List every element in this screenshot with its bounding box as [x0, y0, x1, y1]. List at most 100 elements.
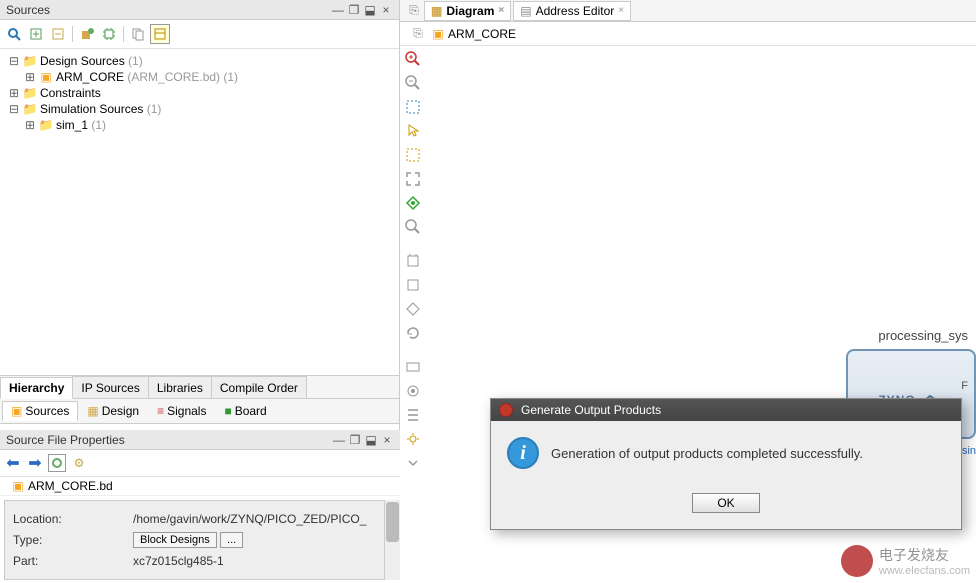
close-icon[interactable]: ×: [379, 3, 393, 17]
node-count: (1): [147, 102, 162, 116]
tab-libraries[interactable]: Libraries: [148, 376, 212, 398]
collapse-all-icon[interactable]: [48, 24, 68, 44]
expander-icon[interactable]: ⊟: [8, 54, 20, 68]
properties-header: Source File Properties — ❐ ⬓ ×: [0, 430, 400, 450]
properties-panel: Source File Properties — ❐ ⬓ × ⬅ ➡ ⚙ ▣ A…: [0, 430, 400, 583]
maximize-icon[interactable]: ⬓: [363, 3, 377, 17]
properties-file-row: ▣ ARM_CORE.bd: [0, 477, 400, 496]
expander-icon[interactable]: ⊟: [8, 102, 20, 116]
folder-icon: 📁: [23, 54, 37, 68]
dialog-close-icon[interactable]: [499, 403, 513, 417]
add-interface-icon[interactable]: [402, 298, 424, 320]
prop-label: Part:: [13, 554, 133, 568]
expander-icon[interactable]: ⊞: [24, 70, 36, 84]
prop-location: Location: /home/gavin/work/ZYNQ/PICO_ZED…: [13, 509, 387, 529]
design-sources-node[interactable]: ⊟ 📁 Design Sources (1): [8, 53, 391, 69]
properties-toolbar: ⬅ ➡ ⚙: [0, 450, 400, 477]
show-hide-icon[interactable]: [150, 24, 170, 44]
node-count: (1): [128, 54, 143, 68]
tab-close-icon[interactable]: ×: [498, 5, 504, 16]
auto-layout-icon[interactable]: [402, 192, 424, 214]
vertical-scrollbar[interactable]: [384, 500, 400, 580]
ok-button[interactable]: OK: [692, 493, 759, 513]
tab-compile-order[interactable]: Compile Order: [211, 376, 307, 398]
info-icon: i: [507, 437, 539, 469]
board-icon: ■: [224, 404, 231, 418]
tab-hierarchy[interactable]: Hierarchy: [0, 377, 73, 399]
maximize-icon[interactable]: ⬓: [364, 433, 378, 447]
search-icon[interactable]: [402, 216, 424, 238]
settings-icon[interactable]: [402, 428, 424, 450]
close-icon[interactable]: ×: [380, 433, 394, 447]
properties-title: Source File Properties: [6, 433, 330, 447]
regenerate-icon[interactable]: [402, 322, 424, 344]
sources-subtabs: ▣Sources ▦Design ≡Signals ■Board: [0, 399, 399, 424]
select-icon[interactable]: [402, 120, 424, 142]
subtab-design[interactable]: ▦Design: [78, 401, 148, 421]
expander-icon[interactable]: ⊞: [8, 86, 20, 100]
back-icon[interactable]: ⬅: [4, 454, 22, 472]
zoom-fit-icon[interactable]: [402, 96, 424, 118]
minimize-icon[interactable]: —: [331, 3, 345, 17]
forward-icon[interactable]: ➡: [26, 454, 44, 472]
tab-ip-sources[interactable]: IP Sources: [72, 376, 148, 398]
subtab-board[interactable]: ■Board: [215, 401, 275, 421]
expand-all-icon[interactable]: [26, 24, 46, 44]
pin-icon[interactable]: [48, 454, 66, 472]
properties-body: Location: /home/gavin/work/ZYNQ/PICO_ZED…: [4, 500, 396, 580]
dialog-title: Generate Output Products: [521, 403, 661, 417]
search-icon[interactable]: [4, 24, 24, 44]
pin-diagram-icon[interactable]: ⎘: [404, 1, 424, 21]
zoom-in-icon[interactable]: [402, 48, 424, 70]
sources-icon: ▣: [11, 404, 22, 418]
settings-icon[interactable]: ⚙: [70, 454, 88, 472]
node-label: sim_1: [56, 118, 88, 132]
sources-title: Sources: [6, 3, 329, 17]
type-value-button[interactable]: Block Designs: [133, 532, 217, 548]
collapse-icon[interactable]: [402, 452, 424, 474]
constraints-node[interactable]: ⊞ 📁 Constraints: [8, 85, 391, 101]
fit-selection-icon[interactable]: [402, 168, 424, 190]
node-label: Constraints: [40, 86, 101, 100]
add-port-icon[interactable]: [402, 274, 424, 296]
tab-diagram[interactable]: ▦ Diagram ×: [424, 1, 511, 21]
sources-panel: Sources — ❐ ⬓ × ⊟ 📁 Design Sources (1): [0, 0, 399, 376]
node-count: (1): [91, 118, 106, 132]
hierarchy-tabbar: Hierarchy IP Sources Libraries Compile O…: [0, 376, 399, 399]
zoom-out-icon[interactable]: [402, 72, 424, 94]
tab-close-icon[interactable]: ×: [618, 5, 624, 16]
minimize-icon[interactable]: —: [332, 433, 346, 447]
restore-icon[interactable]: ❐: [348, 433, 362, 447]
block-instance-name: processing_sys: [846, 328, 976, 343]
pin-icon[interactable]: ⎘: [408, 24, 428, 44]
arm-core-node[interactable]: ⊞ ▣ ARM_CORE (ARM_CORE.bd) (1): [8, 69, 391, 85]
dialog-body: i Generation of output products complete…: [491, 421, 961, 485]
folder-icon: 📁: [23, 86, 37, 100]
new-ip-icon[interactable]: [99, 24, 119, 44]
address-editor-icon: ▤: [520, 4, 531, 18]
node-label: Simulation Sources: [40, 102, 143, 116]
type-browse-button[interactable]: ...: [220, 532, 243, 548]
tab-address-editor[interactable]: ▤ Address Editor ×: [513, 1, 631, 21]
block-design-icon: ▣: [39, 70, 53, 84]
diagram-name: ARM_CORE: [448, 27, 516, 41]
restore-icon[interactable]: ❐: [347, 3, 361, 17]
customize-icon[interactable]: [402, 380, 424, 402]
diagram-icon: ▦: [431, 4, 442, 18]
simulation-sources-node[interactable]: ⊟ 📁 Simulation Sources (1): [8, 101, 391, 117]
generate-output-dialog: Generate Output Products i Generation of…: [490, 398, 962, 530]
expander-icon[interactable]: ⊞: [24, 118, 36, 132]
select-area-icon[interactable]: [402, 144, 424, 166]
validate-icon[interactable]: [402, 356, 424, 378]
subtab-signals[interactable]: ≡Signals: [148, 401, 215, 421]
add-sources-icon[interactable]: [77, 24, 97, 44]
subtab-sources[interactable]: ▣Sources: [2, 401, 78, 421]
add-ip-icon[interactable]: [402, 250, 424, 272]
block-design-icon: ▣: [431, 27, 445, 41]
sim1-node[interactable]: ⊞ 📁 sim_1 (1): [8, 117, 391, 133]
copy-icon[interactable]: [128, 24, 148, 44]
show-interface-icon[interactable]: [402, 404, 424, 426]
dialog-titlebar[interactable]: Generate Output Products: [491, 399, 961, 421]
prop-label: Type:: [13, 533, 133, 547]
block-design-icon: ▣: [11, 479, 25, 493]
